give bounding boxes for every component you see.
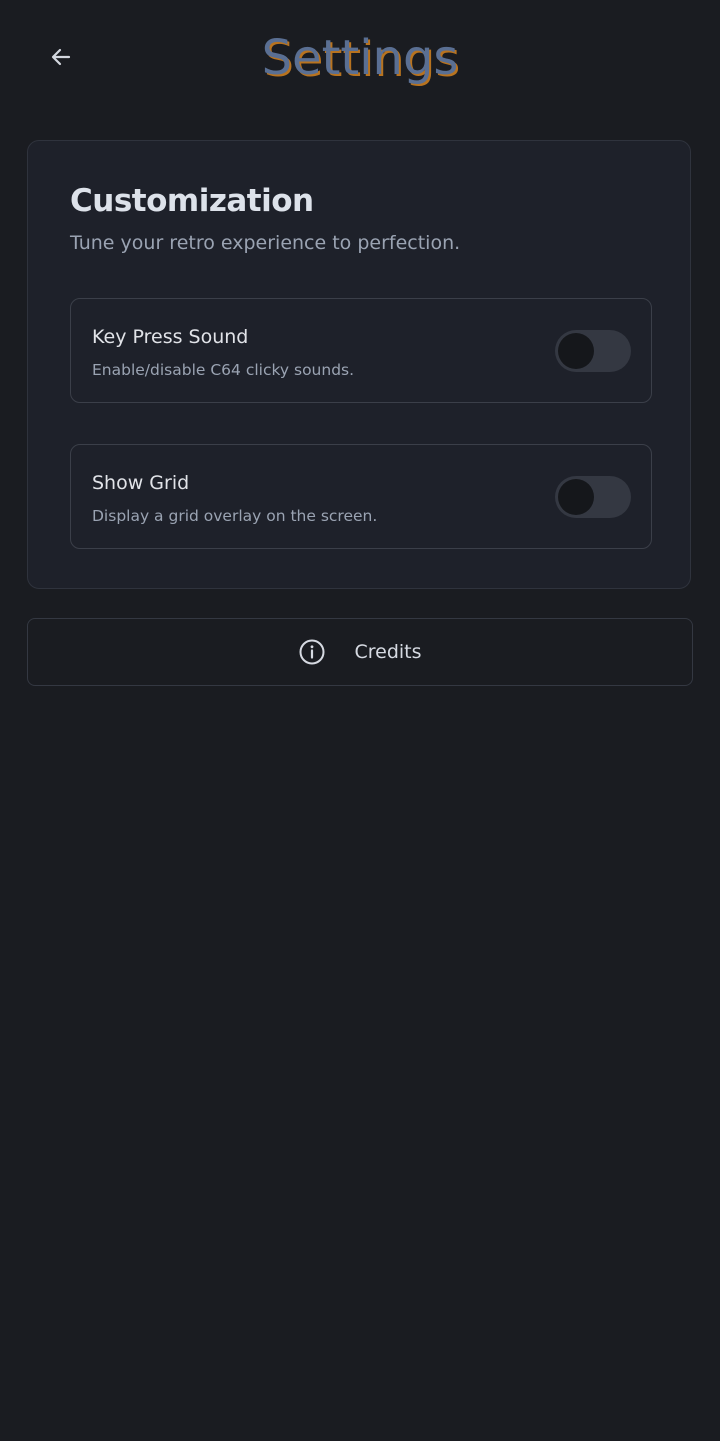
customization-card: Customization Tune your retro experience…: [27, 140, 691, 589]
card-title: Customization: [70, 183, 314, 219]
credits-button[interactable]: Credits: [27, 618, 693, 686]
show-grid-toggle[interactable]: [555, 476, 631, 518]
credits-label: Credits: [354, 641, 422, 663]
card-subtitle: Tune your retro experience to perfection…: [70, 232, 461, 254]
app-header: Settings: [0, 0, 720, 116]
setting-description: Enable/disable C64 clicky sounds.: [92, 361, 355, 379]
key-press-sound-toggle[interactable]: [555, 330, 631, 372]
key-press-sound-setting: Key Press Sound Enable/disable C64 click…: [70, 298, 652, 403]
setting-description: Display a grid overlay on the screen.: [92, 507, 378, 525]
toggle-knob: [558, 479, 594, 515]
setting-label: Key Press Sound: [92, 326, 249, 348]
show-grid-setting: Show Grid Display a grid overlay on the …: [70, 444, 652, 549]
setting-label: Show Grid: [92, 472, 190, 494]
page-title: Settings: [261, 30, 459, 86]
info-icon: [298, 638, 326, 666]
toggle-knob: [558, 333, 594, 369]
